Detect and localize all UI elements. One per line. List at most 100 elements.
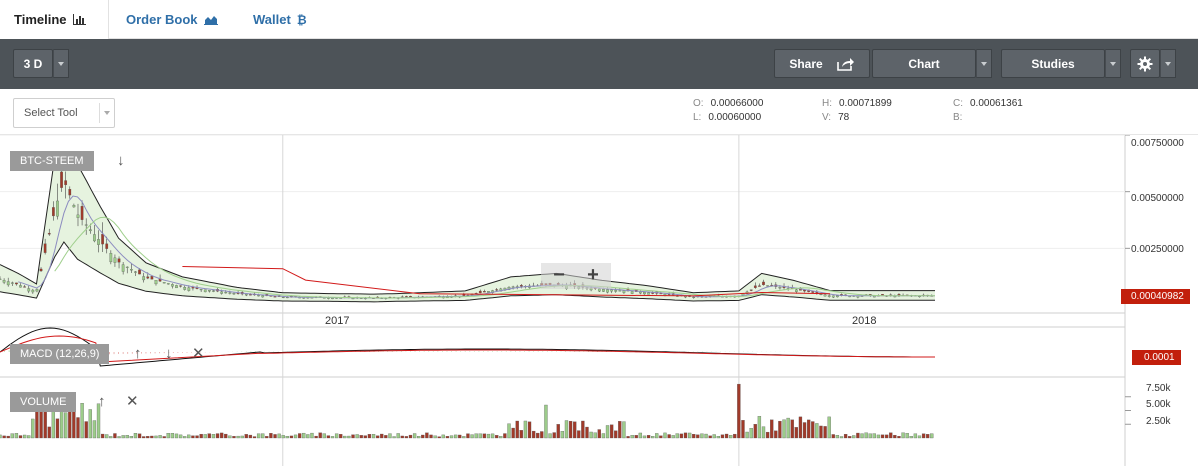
volume-bar	[355, 434, 359, 439]
price-axis-tick: 0.00750000	[1131, 138, 1184, 149]
chevron-down-icon	[981, 61, 987, 66]
settings-button[interactable]	[1130, 49, 1160, 78]
symbol-label-text: BTC-STEEM	[20, 155, 84, 167]
ohlc-close-value: 0.00061361	[970, 98, 1023, 109]
volume-bar	[876, 434, 881, 439]
tab-wallet[interactable]: Wallet ₿	[253, 0, 307, 39]
volume-bar	[326, 435, 331, 439]
volume-bar	[18, 435, 23, 439]
chart-type-button[interactable]: Chart	[872, 49, 976, 78]
candle-body	[836, 295, 839, 298]
volume-bar	[470, 434, 474, 439]
volume-bar	[581, 420, 585, 439]
volume-bar	[474, 433, 478, 439]
last-price-flag: 0.00040982	[1121, 289, 1190, 304]
volume-bar	[421, 434, 425, 439]
candle-body	[125, 266, 129, 268]
candle-body	[142, 276, 146, 281]
volume-bar	[811, 421, 815, 439]
volume-bar	[31, 418, 35, 439]
candle-body	[179, 285, 182, 287]
volume-bar	[482, 433, 487, 439]
ohlc-close-key: C:	[953, 98, 963, 109]
volume-label[interactable]: VOLUME	[10, 392, 77, 412]
volume-bar	[819, 425, 823, 439]
volume-bar	[306, 434, 310, 439]
volume-bar	[121, 435, 125, 439]
candle-body	[64, 180, 68, 186]
volume-bar	[347, 435, 351, 439]
volume-bar	[609, 424, 614, 439]
period-select[interactable]: 3 D	[13, 49, 53, 78]
ohlc-open-key: O:	[693, 98, 704, 109]
candle-body	[827, 295, 831, 297]
volume-bar	[897, 436, 901, 439]
volume-bar	[556, 424, 560, 439]
volume-bar	[113, 433, 117, 439]
zoom-in-button[interactable]: +	[584, 265, 602, 285]
candle-body	[651, 292, 655, 294]
move-up-icon[interactable]: ↑	[98, 394, 106, 409]
ohlc-open-value: 0.00066000	[710, 98, 764, 109]
volume-bar	[388, 433, 392, 439]
tab-order-book[interactable]: Order Book	[126, 0, 218, 39]
share-icon	[836, 57, 854, 71]
price-chart[interactable]	[0, 135, 1198, 466]
volume-bar	[926, 434, 930, 439]
volume-bar	[425, 432, 429, 439]
volume-bar	[852, 435, 856, 439]
volume-bar	[646, 435, 651, 439]
candle-body	[495, 289, 499, 291]
volume-bar	[589, 431, 593, 439]
symbol-label[interactable]: BTC-STEEM	[10, 151, 94, 171]
volume-bar	[745, 431, 749, 439]
volume-bar	[724, 433, 729, 439]
move-down-icon[interactable]: ↓	[165, 346, 173, 361]
candle-body	[121, 264, 125, 272]
studies-caret[interactable]	[1105, 49, 1121, 78]
volume-bar	[585, 426, 589, 439]
studies-button[interactable]: Studies	[1001, 49, 1105, 78]
candle-body	[203, 289, 207, 293]
volume-bar	[55, 418, 60, 439]
studies-label: Studies	[1031, 56, 1075, 71]
close-icon[interactable]: ✕	[192, 346, 205, 361]
chart-type-caret[interactable]	[976, 49, 992, 78]
volume-bar	[412, 433, 417, 439]
settings-caret[interactable]	[1160, 49, 1176, 78]
volume-bar	[626, 436, 630, 439]
collapse-arrow-icon[interactable]: ↓	[117, 153, 125, 168]
volume-bar	[433, 435, 437, 439]
volume-bar	[466, 433, 470, 439]
volume-bar	[552, 432, 556, 439]
volume-bar	[400, 435, 404, 439]
candle-body	[138, 269, 141, 275]
candle-body	[109, 253, 113, 263]
candle-body	[483, 291, 486, 293]
select-tool-dropdown[interactable]: Select Tool	[13, 98, 115, 128]
candle-body	[630, 291, 634, 294]
volume-bar	[76, 417, 80, 439]
move-up-icon[interactable]: ↑	[134, 346, 142, 361]
zoom-out-button[interactable]: −	[550, 265, 568, 285]
volume-bar	[798, 416, 803, 439]
volume-bar	[917, 435, 922, 439]
share-button[interactable]: Share	[774, 49, 870, 78]
macd-label[interactable]: MACD (12,26,9)	[10, 344, 110, 364]
volume-bar	[261, 433, 265, 439]
ohlc-low: L: 0.00060000	[693, 112, 761, 123]
volume-bar	[195, 435, 199, 439]
close-icon[interactable]: ✕	[126, 394, 139, 409]
tab-timeline[interactable]: Timeline	[0, 0, 109, 39]
volume-bar	[343, 435, 347, 439]
volume-bar	[671, 435, 675, 439]
volume-bar	[667, 434, 671, 439]
volume-bar	[704, 433, 708, 439]
volume-bar	[885, 434, 889, 439]
period-caret[interactable]	[53, 49, 69, 78]
volume-bar	[363, 435, 367, 439]
volume-bar	[170, 433, 175, 439]
volume-bar	[392, 436, 396, 439]
volume-bar	[64, 412, 68, 439]
volume-bar	[519, 430, 523, 439]
